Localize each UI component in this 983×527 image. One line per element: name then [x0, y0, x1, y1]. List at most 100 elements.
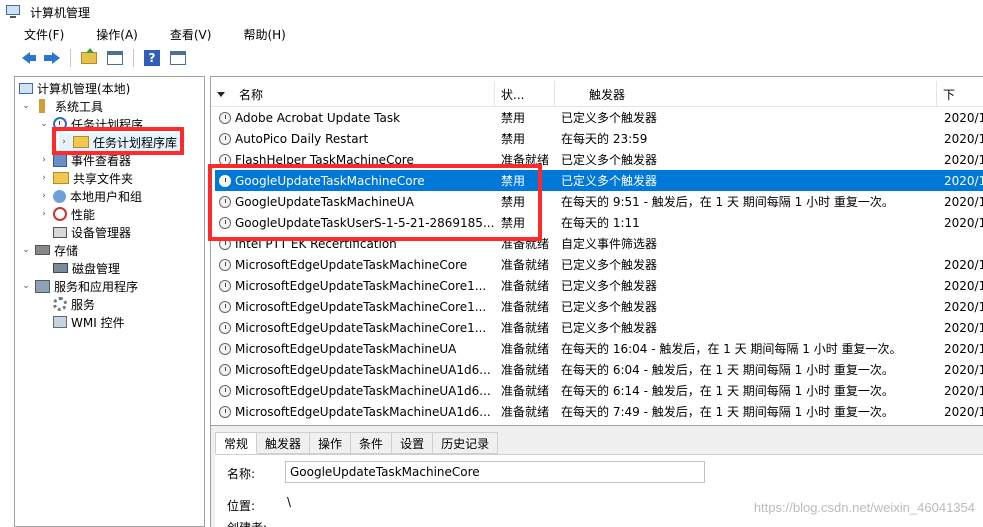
menu-file[interactable]: 文件(F) [0, 26, 72, 43]
task-next-run: 2020/1 [944, 215, 983, 230]
back-button[interactable] [16, 48, 36, 68]
task-row[interactable]: Adobe Acrobat Update Task 禁用 已定义多个触发器 2020/… [215, 107, 983, 128]
task-status: 准备就绪 [501, 342, 550, 356]
expander-icon[interactable]: › [39, 191, 49, 201]
task-row[interactable]: AutoPico Daily Restart 禁用 在每天的 23:59 2020/1 [215, 128, 983, 149]
forward-button[interactable] [42, 48, 62, 68]
properties-icon [170, 51, 186, 65]
tab-general[interactable]: 常规 [215, 432, 258, 454]
tree-item-services-applications[interactable]: ⌄ 服务和应用程序 [21, 277, 138, 295]
task-next-run: 2020/1 [944, 320, 983, 335]
services-apps-icon [35, 279, 50, 293]
task-next-run: 2020/1 [944, 278, 983, 293]
task-name-cell: MicrosoftEdgeUpdateTaskMachineCore1... [219, 296, 499, 317]
general-tab-body: 名称: GoogleUpdateTaskMachineCore 位置: \ 创建… [215, 454, 983, 527]
task-next-run: 2020/1 [944, 341, 983, 356]
task-name-cell: AutoPico Daily Restart [219, 128, 499, 149]
menu-view[interactable]: 查看(V) [146, 26, 220, 43]
tree-item-label: 服务和应用程序 [54, 279, 139, 294]
tab-triggers[interactable]: 触发器 [257, 432, 311, 454]
detail-tabs: 常规 触发器 操作 条件 设置 历史记录 [215, 432, 499, 454]
storage-icon [35, 245, 50, 255]
gear-icon [53, 297, 67, 311]
tab-history[interactable]: 历史记录 [433, 432, 499, 454]
back-arrow-icon [22, 52, 36, 64]
up-level-button[interactable] [79, 48, 99, 68]
task-clock-icon [219, 321, 231, 334]
tab-settings[interactable]: 设置 [392, 432, 434, 454]
tree-item-label: 性能 [71, 207, 96, 222]
task-next-run: 2020/1 [944, 131, 983, 146]
help-icon: ? [144, 50, 160, 66]
column-header-status[interactable]: 状... [495, 81, 555, 107]
list-header: 名称 状... 触发器 下 [211, 81, 983, 107]
expander-icon[interactable]: ⌄ [21, 281, 31, 291]
tree-item-storage[interactable]: ⌄ 存储 [21, 241, 78, 259]
task-name: MicrosoftEdgeUpdateTaskMachineUA [235, 341, 457, 356]
tree-item-label: 设备管理器 [71, 225, 132, 240]
task-row[interactable]: MicrosoftEdgeUpdateTaskMachineUA 准备就绪 在每天的… [215, 338, 983, 359]
tree-item-label: WMI 控件 [71, 315, 125, 330]
task-status: 准备就绪 [501, 300, 550, 314]
task-name: MicrosoftEdgeUpdateTaskMachineUA1d6... [235, 362, 491, 377]
name-field[interactable]: GoogleUpdateTaskMachineCore [285, 461, 705, 483]
tree-item-label: 磁盘管理 [72, 261, 121, 276]
task-row[interactable]: MicrosoftEdgeUpdateTaskMachineCore 准备就绪 已定… [215, 254, 983, 275]
tab-actions[interactable]: 操作 [310, 432, 352, 454]
task-row[interactable]: MicrosoftEdgeUpdateTaskMachineCore1... 准备… [215, 275, 983, 296]
task-next-run: 2020/1 [944, 299, 983, 314]
expander-icon[interactable]: ⌄ [21, 245, 31, 255]
task-trigger: 在每天的 6:04 - 触发后，在 1 天 期间每隔 1 小时 重复一次。 [561, 363, 894, 377]
tree-item-wmi-control[interactable]: WMI 控件 [53, 313, 125, 331]
tree-item-shared-folders[interactable]: › 共享文件夹 [39, 169, 133, 187]
menu-bar: 文件(F) 操作(A) 查看(V) 帮助(H) [0, 24, 983, 44]
menu-help[interactable]: 帮助(H) [219, 26, 293, 43]
task-trigger: 已定义多个触发器 [561, 321, 658, 335]
task-status: 准备就绪 [501, 321, 550, 335]
task-name: MicrosoftEdgeUpdateTaskMachineCore1... [235, 278, 487, 293]
task-row[interactable]: MicrosoftEdgeUpdateTaskMachineUA1d6... 准备… [215, 380, 983, 401]
menu-action[interactable]: 操作(A) [72, 26, 146, 43]
sort-down-icon [217, 91, 225, 97]
expander-icon[interactable]: ⌄ [39, 119, 49, 129]
task-name-cell: MicrosoftEdgeUpdateTaskMachineUA1d6... [219, 401, 499, 422]
task-name-cell: MicrosoftEdgeUpdateTaskMachineCore1... [219, 275, 499, 296]
folder-up-icon [81, 48, 97, 64]
task-trigger: 已定义多个触发器 [561, 153, 658, 167]
task-name-cell: MicrosoftEdgeUpdateTaskMachineUA1d6... [219, 359, 499, 380]
task-status: 准备就绪 [501, 279, 550, 293]
task-row[interactable]: MicrosoftEdgeUpdateTaskMachineCore1... 准备… [215, 296, 983, 317]
task-row[interactable]: MicrosoftEdgeUpdateTaskMachineUA1d6... 准备… [215, 401, 983, 422]
expander-icon[interactable]: ⌄ [21, 101, 31, 111]
task-clock-icon [219, 405, 231, 418]
tree-item-local-users-groups[interactable]: › 本地用户和组 [39, 187, 142, 205]
task-trigger: 已定义多个触发器 [561, 258, 658, 272]
properties-button[interactable] [168, 48, 188, 68]
expander-icon[interactable]: › [39, 155, 49, 165]
tree-item-device-manager[interactable]: 设备管理器 [53, 223, 131, 241]
column-header-name[interactable]: 名称 [211, 81, 495, 107]
task-row[interactable]: MicrosoftEdgeUpdateTaskMachineUA1d6... 准备… [215, 359, 983, 380]
tree-item-label: 计算机管理(本地) [37, 81, 131, 96]
tab-conditions[interactable]: 条件 [351, 432, 393, 454]
expander-icon[interactable]: › [39, 173, 49, 183]
show-pane-button[interactable] [105, 48, 125, 68]
tree-item-computer-management[interactable]: 计算机管理(本地) [19, 79, 130, 97]
column-header-next-run[interactable]: 下 [937, 81, 983, 107]
tree-item-system-tools[interactable]: ⌄ 系统工具 [21, 97, 103, 115]
tree-item-performance[interactable]: › 性能 [39, 205, 95, 223]
expander-icon[interactable]: › [39, 209, 49, 219]
task-trigger: 已定义多个触发器 [561, 111, 658, 125]
tree-item-label: 系统工具 [55, 99, 104, 114]
task-status: 准备就绪 [501, 363, 550, 377]
tree-item-services[interactable]: 服务 [53, 295, 95, 313]
task-next-run: 2020/1 [944, 404, 983, 419]
help-button[interactable]: ? [142, 48, 162, 68]
task-name: Adobe Acrobat Update Task [235, 110, 401, 125]
tree-item-disk-management[interactable]: 磁盘管理 [53, 259, 120, 277]
task-row[interactable]: MicrosoftEdgeUpdateTaskMachineCore1... 准备… [215, 317, 983, 338]
task-next-run: 2020/1 [944, 152, 983, 167]
task-clock-icon [219, 111, 231, 124]
column-header-triggers[interactable]: 触发器 [555, 81, 937, 107]
task-next-run: 2020/1 [944, 173, 983, 188]
